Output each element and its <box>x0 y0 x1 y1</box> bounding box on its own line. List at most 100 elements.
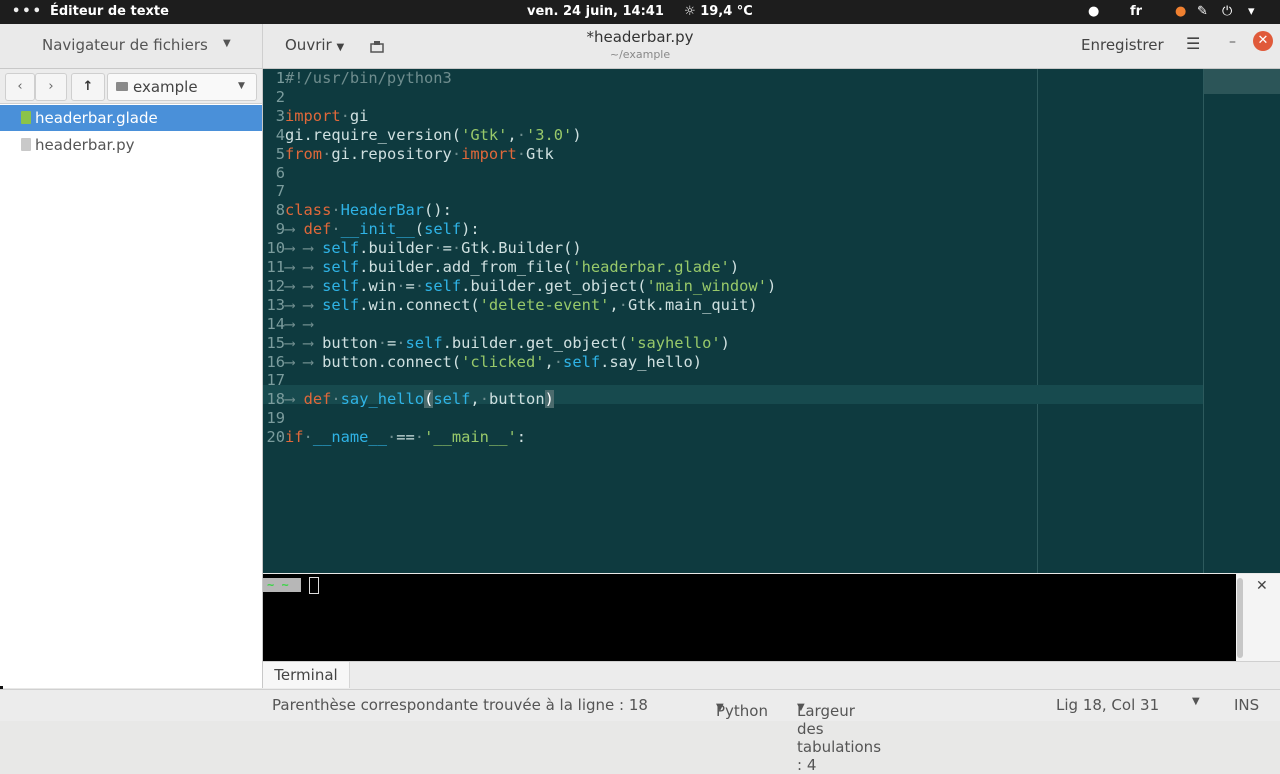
chevron-down-icon: ▼ <box>238 81 245 91</box>
file-name: headerbar.py <box>35 136 135 154</box>
code-line[interactable]: 10⟶ ⟶ self.builder·=·Gtk.Builder() <box>263 239 582 258</box>
line-number: 7 <box>275 182 285 201</box>
glade-file-icon <box>21 111 31 124</box>
power-icon[interactable]: ⏻ <box>1222 4 1232 19</box>
tab-terminal[interactable]: Terminal <box>263 662 350 688</box>
line-number: 3 <box>275 106 285 125</box>
code-text: class·HeaderBar(): <box>285 201 452 220</box>
file-name: headerbar.glade <box>35 109 158 127</box>
code-line[interactable]: 16⟶ ⟶ button.connect('clicked',·self.say… <box>263 353 702 372</box>
code-line[interactable]: 7 <box>263 182 285 201</box>
status-message: Parenthèse correspondante trouvée à la l… <box>272 696 648 714</box>
code-line[interactable]: 19 <box>263 409 285 428</box>
line-number: 9 <box>275 220 285 239</box>
chevron-down-icon[interactable]: ▼ <box>1192 696 1200 707</box>
code-line[interactable]: 12⟶ ⟶ self.win·=·self.builder.get_object… <box>263 277 776 296</box>
line-number: 5 <box>275 144 285 163</box>
close-icon[interactable]: ✕ <box>1256 578 1268 594</box>
code-text: from·gi.repository·import·Gtk <box>285 144 554 163</box>
file-browser-panel: ‹ › ↑ example ▼ headerbar.glade headerba… <box>0 69 263 688</box>
tab-width-label: Largeur des tabulations : 4 <box>797 702 882 774</box>
line-number: 8 <box>275 201 285 220</box>
language-indicator[interactable]: fr <box>1130 4 1142 19</box>
folder-icon <box>116 82 128 91</box>
code-text: ⟶ ⟶ self.builder·=·Gtk.Builder() <box>285 239 582 258</box>
notification-icon[interactable]: ● <box>1175 4 1186 19</box>
code-text: ⟶ def·say_hello(self,·button) <box>285 390 554 409</box>
up-arrow-icon[interactable]: ↑ <box>71 73 105 101</box>
terminal-prompt-text: ~ ~ <box>267 578 289 592</box>
line-number: 20 <box>266 428 285 447</box>
code-line[interactable]: 18⟶ def·say_hello(self,·button) <box>263 390 554 409</box>
line-number: 14 <box>266 314 285 333</box>
code-line[interactable]: 20if·__name__·==·'__main__': <box>263 428 526 447</box>
line-number: 15 <box>266 333 285 352</box>
python-file-icon <box>21 138 31 151</box>
code-text: if·__name__·==·'__main__': <box>285 428 527 447</box>
minimap-viewport[interactable] <box>1204 69 1280 94</box>
bottom-panel-tabs: Terminal <box>263 661 1280 689</box>
line-number: 19 <box>266 409 285 428</box>
code-line[interactable]: 15⟶ ⟶ button·=·self.builder.get_object('… <box>263 333 730 353</box>
code-line[interactable]: 5from·gi.repository·import·Gtk <box>263 145 554 164</box>
minimize-icon[interactable]: – <box>1229 34 1236 50</box>
file-item[interactable]: headerbar.glade <box>0 105 262 131</box>
system-menu-caret-icon[interactable]: ▾ <box>1248 4 1255 19</box>
insert-mode: INS <box>1234 696 1260 714</box>
clock[interactable]: ven. 24 juin, 14:41 <box>527 4 664 19</box>
line-number: 6 <box>275 163 285 182</box>
code-line[interactable]: 4gi.require_version('Gtk',·'3.0') <box>263 126 582 145</box>
chevron-down-icon: ▼ <box>716 702 724 713</box>
code-line[interactable]: 1#!/usr/bin/python3 <box>263 69 452 88</box>
code-text: gi.require_version('Gtk',·'3.0') <box>285 125 582 144</box>
sun-icon: ☼ <box>684 4 696 19</box>
save-button[interactable]: Enregistrer <box>1081 36 1164 54</box>
line-number: 16 <box>266 352 285 371</box>
code-line[interactable]: 14⟶ ⟶ <box>263 314 313 334</box>
line-number: 18 <box>266 390 285 409</box>
chat-icon[interactable]: ● <box>1088 4 1099 19</box>
code-text: import·gi <box>285 106 369 125</box>
close-icon[interactable]: ✕ <box>1253 31 1273 51</box>
weather-indicator[interactable]: ☼ 19,4 °C <box>684 4 753 19</box>
activities-menu[interactable]: ••• <box>12 4 43 19</box>
top-bar: ••• Éditeur de texte ven. 24 juin, 14:41… <box>0 0 1280 24</box>
code-line[interactable]: 9⟶ def·__init__(self): <box>263 220 480 239</box>
status-bar: Parenthèse correspondante trouvée à la l… <box>0 689 1280 774</box>
terminal-panel[interactable]: ~ ~ <box>263 574 1236 661</box>
code-line[interactable]: 6 <box>263 164 285 183</box>
line-number: 13 <box>266 295 285 314</box>
line-number: 12 <box>266 276 285 295</box>
back-arrow-icon[interactable]: ‹ <box>5 73 35 101</box>
code-line[interactable]: 8class·HeaderBar(): <box>263 201 452 220</box>
code-line[interactable]: 11⟶ ⟶ self.builder.add_from_file('header… <box>263 258 739 277</box>
right-margin <box>1037 69 1038 573</box>
minimap[interactable] <box>1203 69 1280 573</box>
header-bar: Navigateur de fichiers ▼ Ouvrir ▼ *heade… <box>0 24 1280 69</box>
code-line[interactable]: 13⟶ ⟶ self.win.connect('delete-event',·G… <box>263 295 757 315</box>
line-number: 17 <box>266 371 285 390</box>
line-number: 1 <box>275 69 285 87</box>
weather-temperature: 19,4 °C <box>700 4 753 19</box>
app-menu[interactable]: Éditeur de texte <box>50 4 169 19</box>
forward-arrow-icon[interactable]: › <box>35 73 67 101</box>
cursor-position: Lig 18, Col 31 <box>1056 696 1160 714</box>
terminal-cursor <box>309 577 319 594</box>
file-item[interactable]: headerbar.py <box>0 132 262 158</box>
code-text: ⟶ ⟶ button·=·self.builder.get_object('sa… <box>285 333 730 352</box>
terminal-scrollbar[interactable] <box>1237 578 1243 658</box>
hamburger-menu-icon[interactable]: ☰ <box>1186 34 1200 53</box>
code-text: #!/usr/bin/python3 <box>285 69 452 87</box>
folder-dropdown[interactable]: example ▼ <box>107 73 257 101</box>
pen-icon[interactable]: ✎ <box>1197 4 1208 19</box>
code-text: ⟶ ⟶ self.win·=·self.builder.get_object('… <box>285 276 777 295</box>
code-text: ⟶ ⟶ <box>285 314 313 333</box>
terminal-prompt: ~ ~ <box>263 578 301 592</box>
code-editor[interactable]: 1#!/usr/bin/python3 2 3import·gi 4gi.requir… <box>263 69 1203 573</box>
code-line[interactable]: 17 <box>263 371 285 390</box>
code-line[interactable]: 2 <box>263 88 285 107</box>
chevron-down-icon: ▼ <box>797 702 805 713</box>
code-line[interactable]: 3import·gi <box>263 106 369 126</box>
line-number: 11 <box>266 258 285 276</box>
line-number: 10 <box>266 239 285 258</box>
